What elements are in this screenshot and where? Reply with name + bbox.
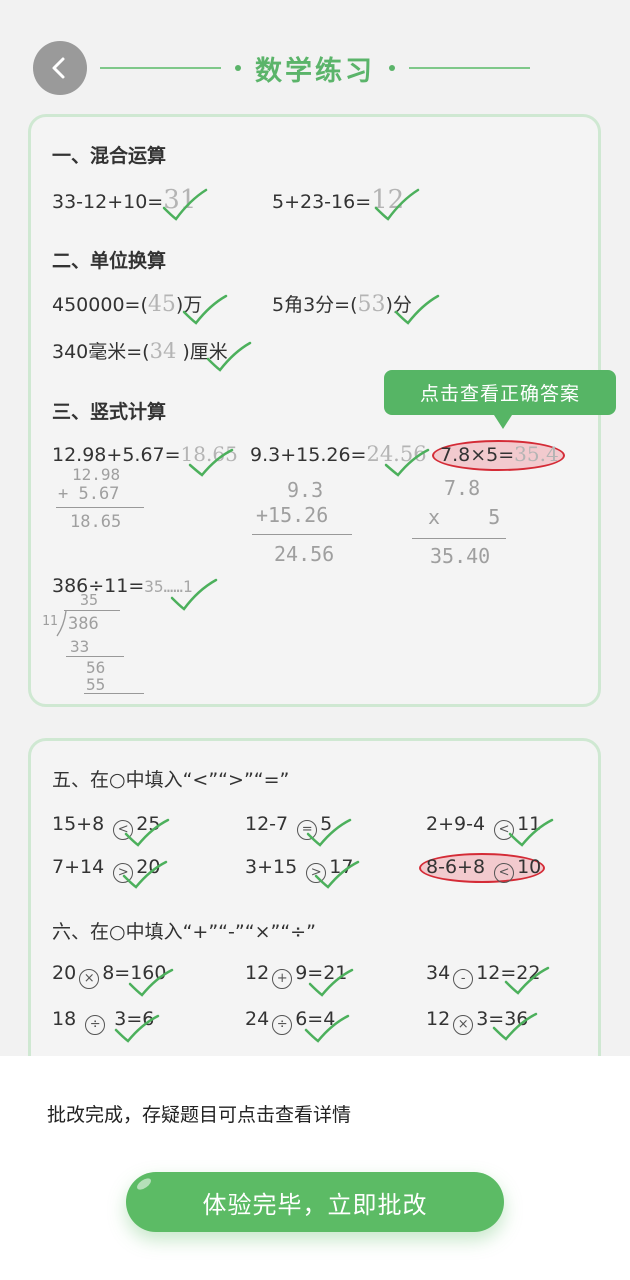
chevron-left-icon: [52, 57, 65, 79]
bottom-panel: 批改完成，存疑题目可点击查看详情 体验完毕，立即批改: [0, 1056, 630, 1280]
section-title-vertical: 三、竖式计算: [52, 401, 167, 423]
operator-circle[interactable]: <: [494, 863, 515, 883]
work-divider: [252, 534, 352, 535]
operator-circle[interactable]: +: [272, 969, 293, 989]
handwritten-answer: 34: [149, 339, 177, 363]
tooltip-arrow: [494, 415, 512, 429]
work-divider: [84, 693, 144, 694]
problem-vertical-3[interactable]: 7.8×5=35.4: [440, 442, 559, 466]
left-operand: 7+14: [52, 856, 105, 878]
question-text: 9.3+15.26=: [250, 444, 367, 466]
question-text: 340毫米=(: [52, 341, 150, 363]
problem-units-2[interactable]: 5角3分=(53)分: [272, 290, 412, 317]
question-text: 12.98+5.67=: [52, 444, 181, 466]
left-operand: 24: [245, 1008, 270, 1030]
work-divider: [56, 507, 144, 508]
work-divider: [66, 656, 124, 657]
question-text: 5+23-16=: [272, 191, 372, 213]
section-title-mixed: 一、混合运算: [52, 145, 167, 167]
question-text: 7.8×5=: [440, 444, 515, 466]
work-line: 386: [68, 614, 99, 634]
status-text: 批改完成，存疑题目可点击查看详情: [47, 1104, 352, 1126]
operator-circle[interactable]: ×: [79, 969, 100, 989]
work-line: +15.26: [256, 503, 329, 527]
question-text: 386÷11=: [52, 575, 145, 597]
left-operand: 3+15: [245, 856, 298, 878]
left-operand: 8-6+8: [426, 856, 486, 878]
operator-circle[interactable]: ÷: [272, 1015, 293, 1035]
question-text: 33-12+10=: [52, 191, 164, 213]
section-title-compare: 五、在○中填入“<”“>”“=”: [52, 769, 290, 791]
division-bracket: [56, 610, 67, 637]
page-title: 数学练习: [255, 55, 375, 87]
check-icon: [504, 966, 550, 995]
work-line: 35: [80, 591, 99, 609]
check-icon: [374, 188, 420, 221]
left-operand: 20: [52, 962, 77, 984]
question-text: 450000=(: [52, 294, 148, 316]
left-operand: 15+8: [52, 813, 105, 835]
check-icon: [182, 294, 228, 325]
work-divider: [412, 538, 506, 539]
handwritten-answer: 53: [357, 292, 386, 317]
work-line: + 5.67: [58, 484, 120, 504]
button-shine: [135, 1176, 153, 1192]
right-operand: 10: [517, 856, 542, 878]
work-line: 18.65: [70, 512, 122, 532]
check-icon: [170, 578, 218, 611]
check-icon: [122, 860, 168, 889]
work-line: 33: [70, 637, 90, 656]
top-bar: 数学练习: [0, 0, 630, 110]
question-text: 5角3分=(: [272, 294, 358, 316]
operator-circle[interactable]: ×: [453, 1015, 474, 1035]
work-line: 7.8: [444, 476, 481, 500]
left-operand: 12: [245, 962, 270, 984]
check-icon: [508, 818, 554, 847]
left-operand: 12: [426, 1008, 451, 1030]
problem-compare-6[interactable]: 8-6+8 <10: [426, 856, 541, 883]
check-icon: [492, 1012, 538, 1041]
operator-circle[interactable]: ÷: [85, 1015, 106, 1035]
handwritten-answer: 35.4: [514, 442, 559, 466]
check-icon: [128, 968, 174, 997]
work-line: 9.3: [287, 478, 324, 502]
title-dot-left: [235, 65, 241, 71]
check-icon: [314, 860, 360, 889]
problem-units-3[interactable]: 340毫米=(34 )厘米: [52, 337, 228, 364]
submit-correction-button[interactable]: 体验完毕，立即批改: [126, 1172, 504, 1232]
title-divider-left: [100, 67, 221, 69]
section-title-units: 二、单位换算: [52, 250, 167, 272]
title-divider-right: [409, 67, 530, 69]
section-title-operators: 六、在○中填入“+”“-”“×”“÷”: [52, 921, 316, 943]
left-operand: 12-7: [245, 813, 289, 835]
check-icon: [306, 818, 352, 847]
back-button[interactable]: [33, 41, 87, 95]
check-icon: [162, 188, 208, 221]
check-icon: [394, 294, 440, 325]
work-line: x 5: [428, 505, 501, 529]
check-icon: [206, 341, 252, 372]
operator-circle[interactable]: -: [453, 969, 474, 989]
check-icon: [384, 448, 430, 477]
work-line: 24.56: [274, 542, 335, 566]
check-icon: [308, 968, 354, 997]
left-operand: 34: [426, 962, 451, 984]
answer-tooltip[interactable]: 点击查看正确答案: [384, 370, 616, 415]
work-divider: [64, 610, 120, 611]
work-line: 55: [86, 675, 106, 694]
submit-button-label: 体验完毕，立即批改: [202, 1190, 428, 1219]
check-icon: [188, 448, 234, 477]
handwritten-answer: 45: [147, 292, 176, 317]
title-wrap: 数学练习: [100, 50, 530, 87]
left-operand: 18: [52, 1008, 77, 1030]
title-dot-right: [389, 65, 395, 71]
work-line: 12.98: [72, 465, 121, 484]
check-icon: [124, 818, 170, 847]
check-icon: [114, 1014, 160, 1043]
work-line: 35.40: [430, 544, 491, 568]
left-operand: 2+9-4: [426, 813, 486, 835]
check-icon: [304, 1014, 350, 1043]
